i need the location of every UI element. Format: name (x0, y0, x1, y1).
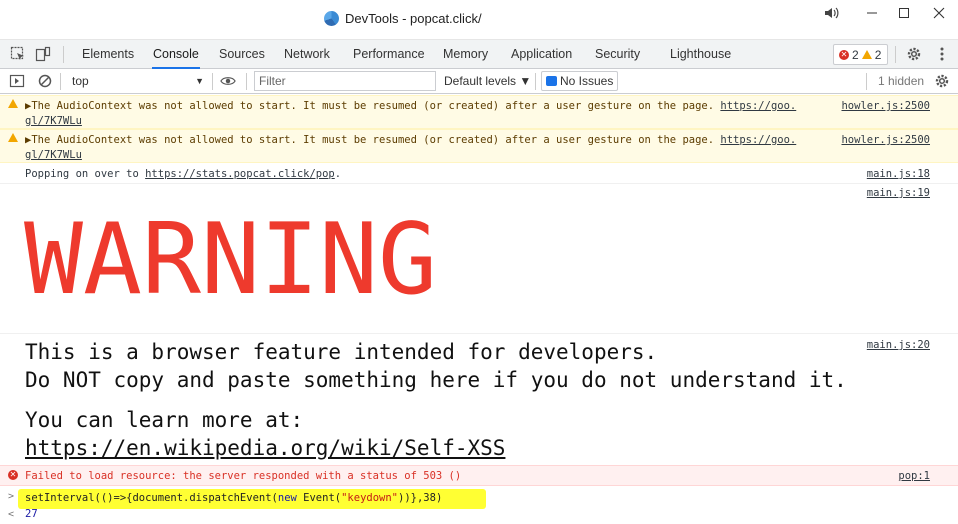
hidden-messages-count: 1 hidden (878, 74, 925, 88)
more-options-icon[interactable] (934, 46, 950, 62)
tab-application[interactable]: Application (510, 40, 573, 69)
toolbar-separator (246, 73, 247, 90)
toolbar-separator (895, 46, 896, 63)
source-link[interactable]: main.js:18 (867, 167, 930, 182)
tab-sources[interactable]: Sources (218, 40, 266, 69)
issues-button[interactable]: No Issues (541, 71, 618, 91)
toolbar-separator (212, 73, 213, 90)
error-count-icon: ✕ (839, 49, 849, 60)
console-error-message: ✕ Failed to load resource: the server re… (0, 465, 958, 486)
minimize-button[interactable] (857, 6, 887, 20)
styled-log-line: You can learn more at: (25, 408, 304, 432)
toolbar-separator (866, 73, 867, 90)
console-log-message: Popping on over to https://stats.popcat.… (0, 164, 958, 184)
console-toolbar: top ▼ Default levels ▼ No Issues 1 hidde… (0, 69, 958, 94)
console-input-command[interactable]: setInterval(()=>{document.dispatchEvent(… (25, 491, 442, 506)
live-expression-eye-icon[interactable] (220, 73, 236, 89)
message-link-continued[interactable]: gl/7K7WLu (25, 148, 82, 163)
speaker-icon[interactable] (817, 6, 847, 20)
styled-warning-text: WARNING (24, 203, 438, 317)
inspect-element-icon[interactable] (10, 46, 26, 62)
tab-elements[interactable]: Elements (81, 40, 135, 69)
filter-input[interactable] (254, 71, 436, 91)
console-warning-message: ▶The AudioContext was not allowed to sta… (0, 95, 958, 129)
warning-icon (8, 133, 18, 142)
warning-count: 2 (874, 47, 882, 62)
warning-icon (8, 99, 18, 108)
warning-count-icon (861, 50, 872, 59)
console-result-value: 27 (25, 508, 38, 520)
message-link[interactable]: https://goo. (720, 100, 796, 112)
source-link[interactable]: main.js:20 (867, 338, 930, 353)
issues-label: No Issues (560, 74, 614, 88)
message-divider (0, 333, 958, 334)
message-text: Popping on over to https://stats.popcat.… (25, 168, 342, 180)
tab-console[interactable]: Console (152, 40, 200, 69)
toolbar-separator (60, 73, 61, 90)
message-link[interactable]: https://stats.popcat.click/pop (145, 168, 335, 180)
sidebar-toggle-icon[interactable] (9, 73, 25, 89)
message-text: ▶The AudioContext was not allowed to sta… (25, 134, 797, 146)
context-value: top (72, 74, 89, 88)
tab-performance[interactable]: Performance (352, 40, 426, 69)
source-link[interactable]: howler.js:2500 (841, 133, 930, 148)
styled-log-line: Do NOT copy and paste something here if … (25, 368, 847, 392)
issue-counter-badge[interactable]: ✕ 2 2 (833, 44, 888, 65)
message-link[interactable]: https://goo. (720, 134, 796, 146)
window-title: DevTools - popcat.click/ (345, 11, 482, 26)
maximize-button[interactable] (889, 6, 919, 20)
devtools-logo-icon (324, 11, 339, 26)
tab-memory[interactable]: Memory (442, 40, 489, 69)
chevron-down-icon: ▼ (195, 76, 204, 86)
error-icon: ✕ (8, 470, 18, 480)
message-text: ▶The AudioContext was not allowed to sta… (25, 100, 797, 112)
self-xss-link[interactable]: https://en.wikipedia.org/wiki/Self-XSS (25, 434, 505, 462)
input-prompt-icon: > (8, 491, 15, 502)
clear-console-icon[interactable] (37, 73, 53, 89)
device-toolbar-icon[interactable] (35, 46, 51, 62)
toolbar-separator (63, 46, 64, 63)
context-selector[interactable]: top ▼ (64, 71, 208, 91)
message-link-continued[interactable]: gl/7K7WLu (25, 114, 82, 129)
console-warning-message: ▶The AudioContext was not allowed to sta… (0, 129, 958, 163)
source-link[interactable]: pop:1 (898, 469, 930, 484)
toolbar-separator (535, 73, 536, 90)
log-levels-dropdown[interactable]: Default levels ▼ (444, 71, 531, 91)
close-button[interactable] (924, 6, 954, 20)
source-link[interactable]: howler.js:2500 (841, 99, 930, 114)
console-settings-gear-icon[interactable] (934, 73, 950, 89)
settings-gear-icon[interactable] (906, 46, 922, 62)
console-log-source-row: main.js:19 (0, 186, 958, 201)
result-prompt-icon: < (8, 509, 15, 520)
devtools-tab-bar: Elements Console Sources Network Perform… (0, 40, 958, 69)
styled-log-line: This is a browser feature intended for d… (25, 340, 658, 364)
message-text: Failed to load resource: the server resp… (25, 470, 462, 482)
tab-lighthouse[interactable]: Lighthouse (669, 40, 732, 69)
tab-security[interactable]: Security (594, 40, 641, 69)
tab-network[interactable]: Network (283, 40, 331, 69)
error-count: 2 (852, 47, 859, 62)
window-title-bar: DevTools - popcat.click/ (0, 0, 958, 40)
source-link[interactable]: main.js:19 (867, 186, 930, 201)
window-title-group: DevTools - popcat.click/ (324, 11, 482, 26)
issues-icon (546, 76, 557, 86)
